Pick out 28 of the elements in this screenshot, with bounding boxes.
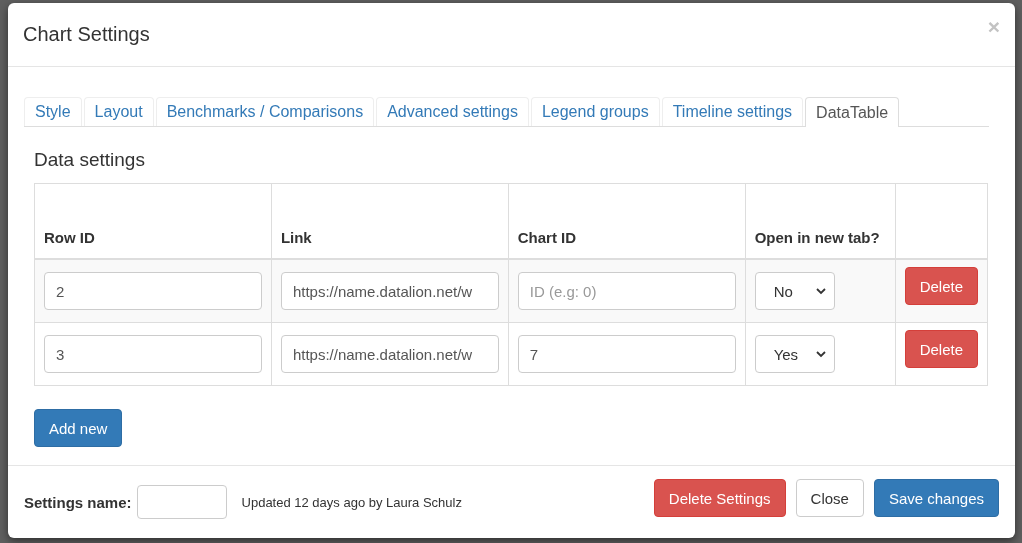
chevron-icon bbox=[815, 287, 826, 295]
settings-name-label: Settings name: bbox=[24, 493, 132, 511]
open-in-new-tab-select[interactable]: Yes bbox=[754, 335, 835, 373]
link-field[interactable]: https://name.datalion.net/w bbox=[280, 335, 499, 373]
tab[interactable]: Style bbox=[24, 97, 82, 126]
footer-button[interactable]: Close bbox=[795, 479, 864, 517]
modal-title: Chart Settings bbox=[23, 23, 150, 46]
tab[interactable]: Timeline settings bbox=[661, 97, 804, 126]
footer-button[interactable]: Delete Settings bbox=[653, 479, 786, 517]
tab[interactable]: Advanced settings bbox=[376, 97, 529, 126]
tab[interactable]: DataTable bbox=[805, 97, 900, 127]
tab[interactable]: Legend groups bbox=[530, 97, 660, 126]
tab[interactable]: Layout bbox=[83, 97, 154, 126]
settings-name-field[interactable] bbox=[136, 485, 227, 519]
row-id-field[interactable]: 2 bbox=[44, 272, 262, 310]
section-title: Data settings bbox=[34, 149, 146, 172]
delete-button[interactable]: Delete bbox=[904, 330, 978, 368]
chart-id-field[interactable]: 7 bbox=[517, 335, 736, 373]
footer-button[interactable]: Save changes bbox=[873, 479, 999, 517]
updated-note: Updated 12 days ago by Laura Schulz bbox=[241, 494, 462, 510]
chart-id-field[interactable]: ID (e.g: 0) bbox=[517, 272, 736, 310]
row-id-field[interactable]: 3 bbox=[44, 335, 262, 373]
add-new-button[interactable]: Add new bbox=[34, 409, 123, 447]
open-in-new-tab-select[interactable]: No bbox=[754, 272, 835, 310]
chevron-icon bbox=[815, 350, 826, 358]
tab[interactable]: Benchmarks / Comparisons bbox=[155, 97, 375, 126]
delete-button[interactable]: Delete bbox=[904, 267, 978, 305]
link-field[interactable]: https://name.datalion.net/w bbox=[280, 272, 499, 310]
